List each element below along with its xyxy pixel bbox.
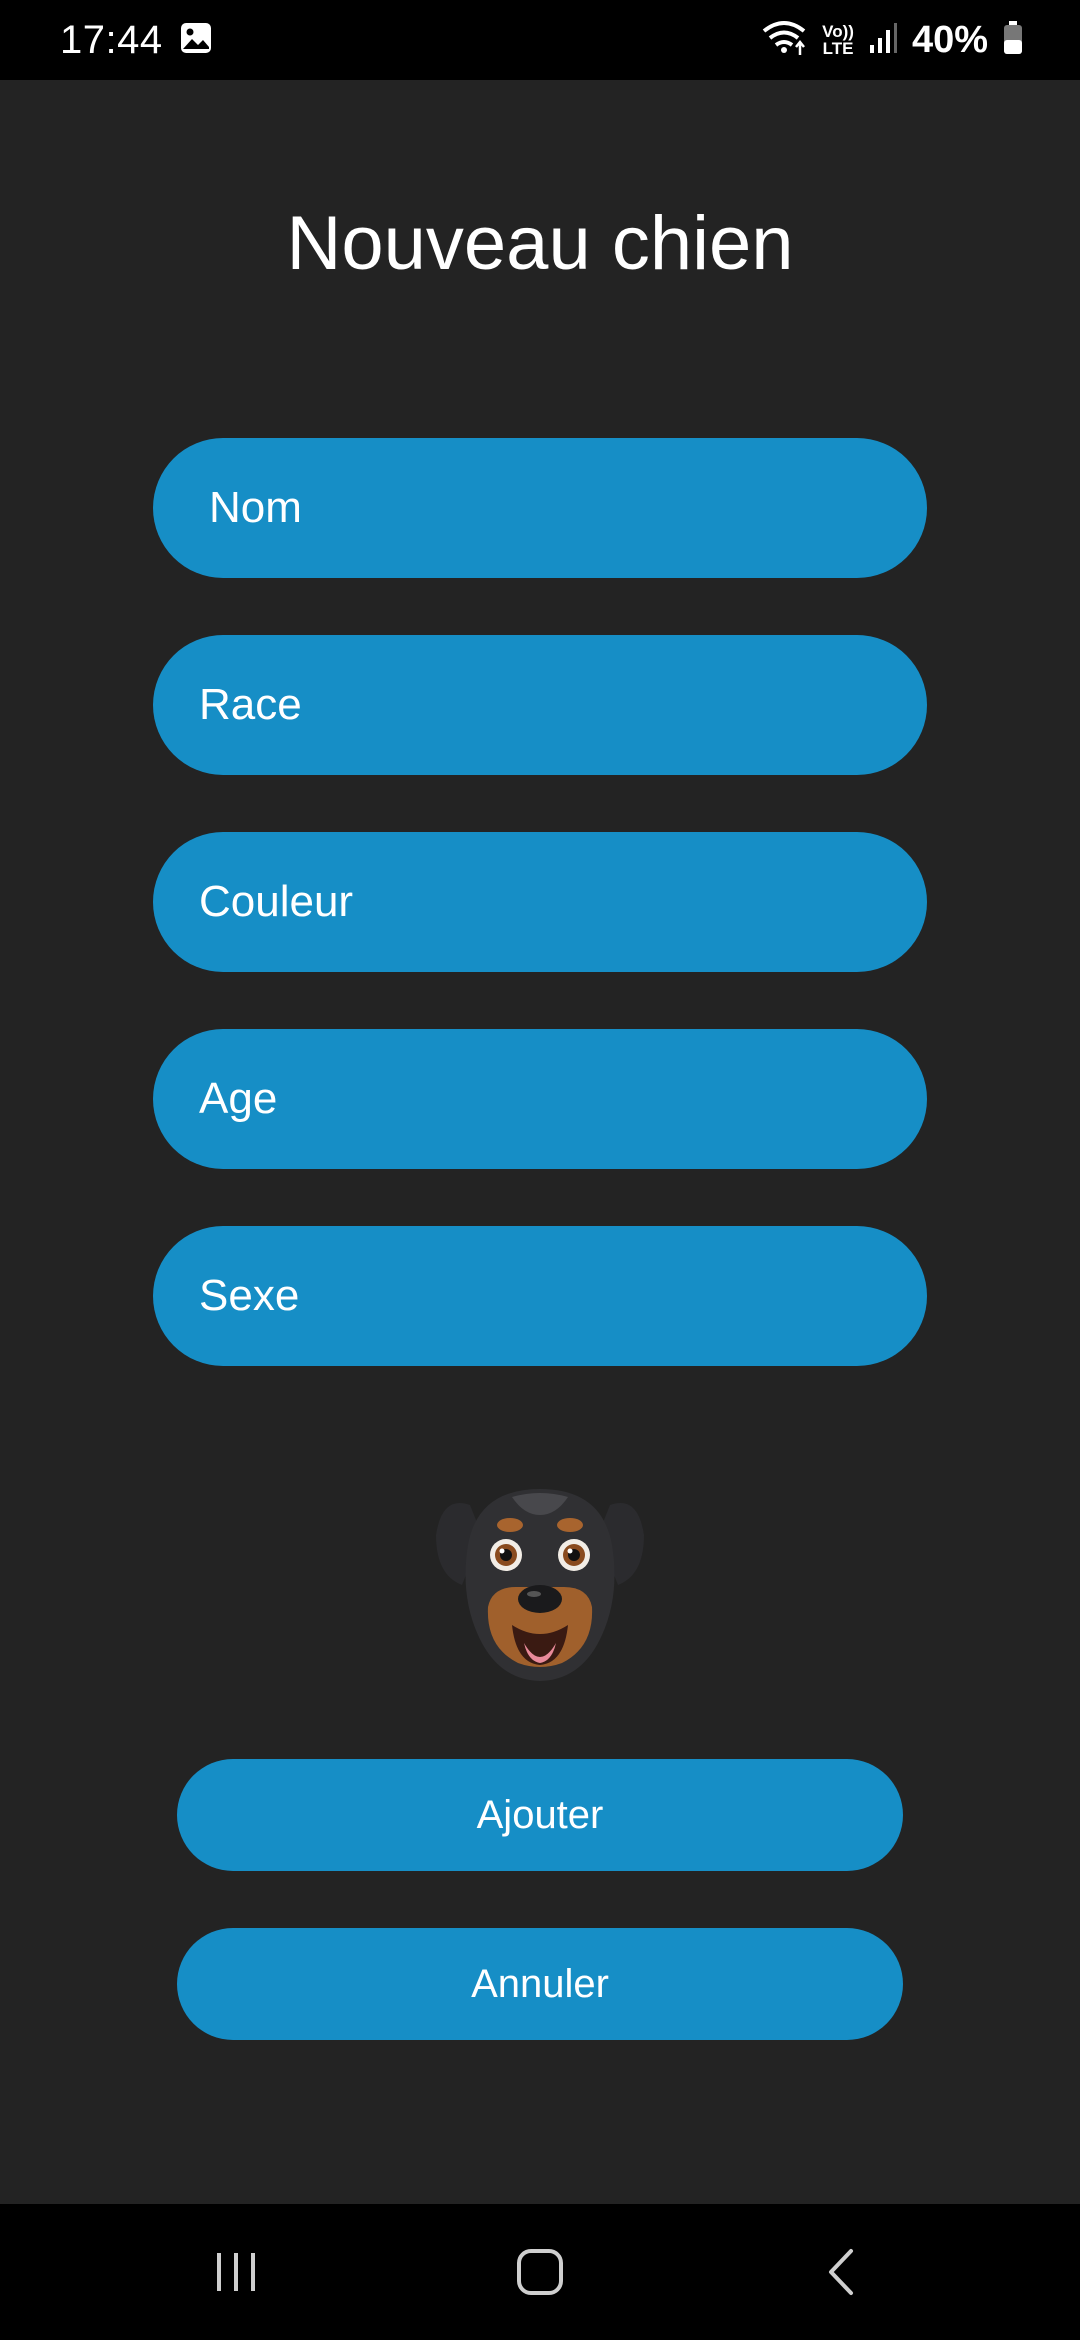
age-field[interactable]: [153, 1029, 927, 1169]
add-button[interactable]: Ajouter: [177, 1759, 903, 1871]
sexe-field[interactable]: [153, 1226, 927, 1366]
volte-top-label: Vo)): [822, 22, 854, 41]
battery-icon: [1002, 20, 1024, 61]
recent-apps-icon[interactable]: [196, 2204, 276, 2340]
race-field[interactable]: [153, 635, 927, 775]
status-bar: 17:44 Vo)) LTE 40%: [0, 0, 1080, 80]
volte-bottom-label: LTE: [822, 39, 854, 58]
dog-image[interactable]: [432, 1475, 648, 1685]
nom-field[interactable]: [153, 438, 927, 578]
home-icon[interactable]: [500, 2204, 580, 2340]
back-icon[interactable]: [801, 2204, 881, 2340]
couleur-field[interactable]: [153, 832, 927, 972]
volte-icon: Vo)) LTE: [822, 23, 854, 57]
signal-icon: [868, 21, 898, 60]
status-left: 17:44: [60, 18, 213, 63]
gallery-notification-icon: [179, 21, 213, 60]
screen: 17:44 Vo)) LTE 40% Nouveau chien Nom Rac…: [0, 0, 1080, 2340]
cancel-button[interactable]: Annuler: [177, 1928, 903, 2040]
battery-percentage: 40%: [911, 18, 988, 61]
page-title: Nouveau chien: [286, 201, 794, 286]
status-time: 17:44: [60, 17, 163, 62]
status-right: Vo)) LTE 40%: [760, 19, 1024, 62]
wifi-icon: [760, 19, 808, 62]
navigation-bar: [0, 2204, 1080, 2340]
